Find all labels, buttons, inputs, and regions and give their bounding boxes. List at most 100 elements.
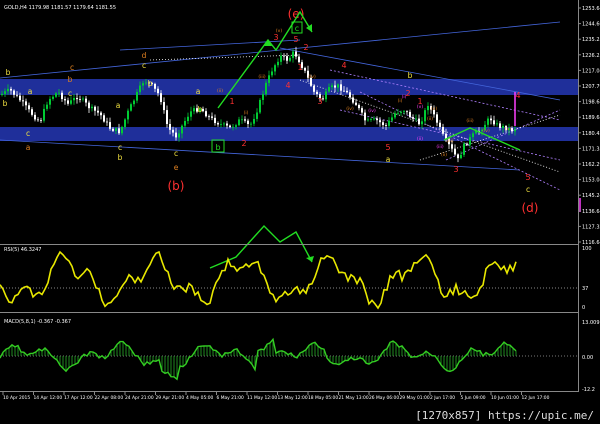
time-tick-label: 10 Apr 2015 — [3, 395, 30, 401]
candle-body — [454, 148, 456, 155]
candle-body — [160, 93, 162, 103]
candle-body — [487, 118, 489, 125]
candle-body — [175, 132, 177, 138]
candle-body — [259, 99, 261, 113]
wave-label: 4 — [515, 91, 520, 100]
candle-body — [268, 75, 270, 83]
price-tick-label: 1127.32 — [582, 224, 600, 230]
price-tick-label: 1226.25 — [582, 53, 600, 59]
candle-body — [124, 119, 126, 127]
wave-label: 2 — [303, 43, 308, 52]
wave-label: 3 — [453, 165, 458, 174]
time-tick-label: 24 Apr 21:00 — [125, 395, 154, 401]
wave-label: 5 — [293, 35, 298, 44]
candle-body — [355, 102, 357, 105]
wave-label: c — [68, 89, 72, 98]
candle-body — [334, 85, 336, 88]
candle-body — [187, 116, 189, 122]
candle-body — [97, 110, 99, 113]
candle-body — [400, 111, 402, 113]
candle-body — [19, 95, 21, 101]
price-panel[interactable]: bbacaccbdcbaec(b)ab12(e)3 521434b5a21345c… — [0, 0, 600, 269]
candle-body — [217, 123, 219, 125]
candle-body — [460, 154, 462, 159]
candle-body — [58, 92, 60, 94]
candle-body — [118, 128, 120, 134]
candle-body — [169, 123, 171, 130]
candle-body — [40, 120, 42, 122]
candle-body — [388, 120, 390, 126]
candle-body — [76, 98, 78, 100]
candle-body — [55, 93, 57, 97]
candle-body — [466, 143, 468, 145]
subwave-label: (v) — [276, 28, 282, 34]
candle-body — [244, 119, 246, 121]
candle-body — [232, 126, 234, 128]
candle-body — [34, 114, 36, 120]
candle-body — [331, 85, 333, 88]
macd-tick-label: -12.2 — [582, 387, 595, 393]
candle-body — [472, 133, 474, 138]
rsi-header: RSI(5) 46.3247 — [4, 247, 41, 253]
subwave-label: (v) — [505, 126, 511, 132]
candle-body — [94, 106, 96, 111]
candle-body — [292, 51, 294, 58]
candle-body — [463, 143, 465, 155]
candle-body — [16, 94, 18, 96]
candle-body — [364, 112, 366, 121]
wave-label: 4 — [341, 61, 346, 70]
candle-body — [223, 123, 225, 125]
candle-body — [277, 61, 279, 66]
image-source-caption: [1270x857] https://upic.me/ — [415, 409, 594, 422]
candle-body — [373, 118, 375, 120]
candle-body — [235, 125, 237, 127]
candle-body — [82, 98, 84, 100]
candle-body — [376, 118, 378, 121]
wave-label: c — [174, 149, 178, 158]
candle-body — [178, 133, 180, 138]
wave-label: a — [196, 87, 201, 96]
candle-body — [427, 106, 429, 111]
candle-body — [64, 99, 66, 101]
candle-body — [136, 92, 138, 101]
wave-label: b — [6, 68, 11, 77]
candle-body — [385, 125, 387, 126]
candle-body — [247, 120, 249, 125]
candle-body — [157, 88, 159, 94]
box-c-label: c — [295, 24, 299, 33]
wave-label: c — [142, 61, 146, 70]
time-tick-label: 2 Jun 17:00 — [430, 395, 455, 401]
price-tick-label: 1153.04 — [582, 178, 600, 184]
candle-body — [181, 125, 183, 134]
price-tick-label: 1235.25 — [582, 37, 600, 43]
time-tick-label: 11 May 12:00 — [247, 395, 277, 401]
candle-body — [100, 112, 102, 116]
rsi-tick-label: 100 — [582, 246, 592, 252]
candle-body — [328, 87, 330, 92]
wave-label: b — [198, 105, 203, 114]
candle-body — [208, 116, 210, 118]
candle-body — [439, 122, 441, 127]
wave-label: c — [118, 143, 122, 152]
wave-label: 1 — [297, 63, 302, 72]
candle-body — [106, 121, 108, 123]
candle-body — [469, 137, 471, 145]
candle-body — [127, 110, 129, 120]
time-tick-label: 6 May 21:00 — [217, 395, 245, 401]
candle-body — [283, 55, 285, 57]
candle-body — [493, 120, 495, 125]
candle-body — [88, 102, 90, 109]
price-tick-label: 1253.64 — [582, 6, 600, 12]
subwave-label: (i) — [402, 94, 407, 100]
candle-body — [22, 100, 24, 102]
candle-body — [379, 120, 381, 123]
candle-body — [415, 118, 417, 120]
candle-body — [298, 56, 300, 63]
subwave-label: (iv) — [482, 128, 490, 134]
trading-chart-window[interactable]: bbacaccbdcbaec(b)ab12(e)3 521434b5a21345c… — [0, 0, 600, 424]
wave-label: c — [526, 185, 530, 194]
candle-body — [418, 118, 420, 125]
symbol-header: GOLD,H4 1179.98 1181.57 1179.64 1181.55 — [4, 5, 116, 11]
candle-body — [406, 111, 408, 113]
candle-body — [280, 55, 282, 62]
